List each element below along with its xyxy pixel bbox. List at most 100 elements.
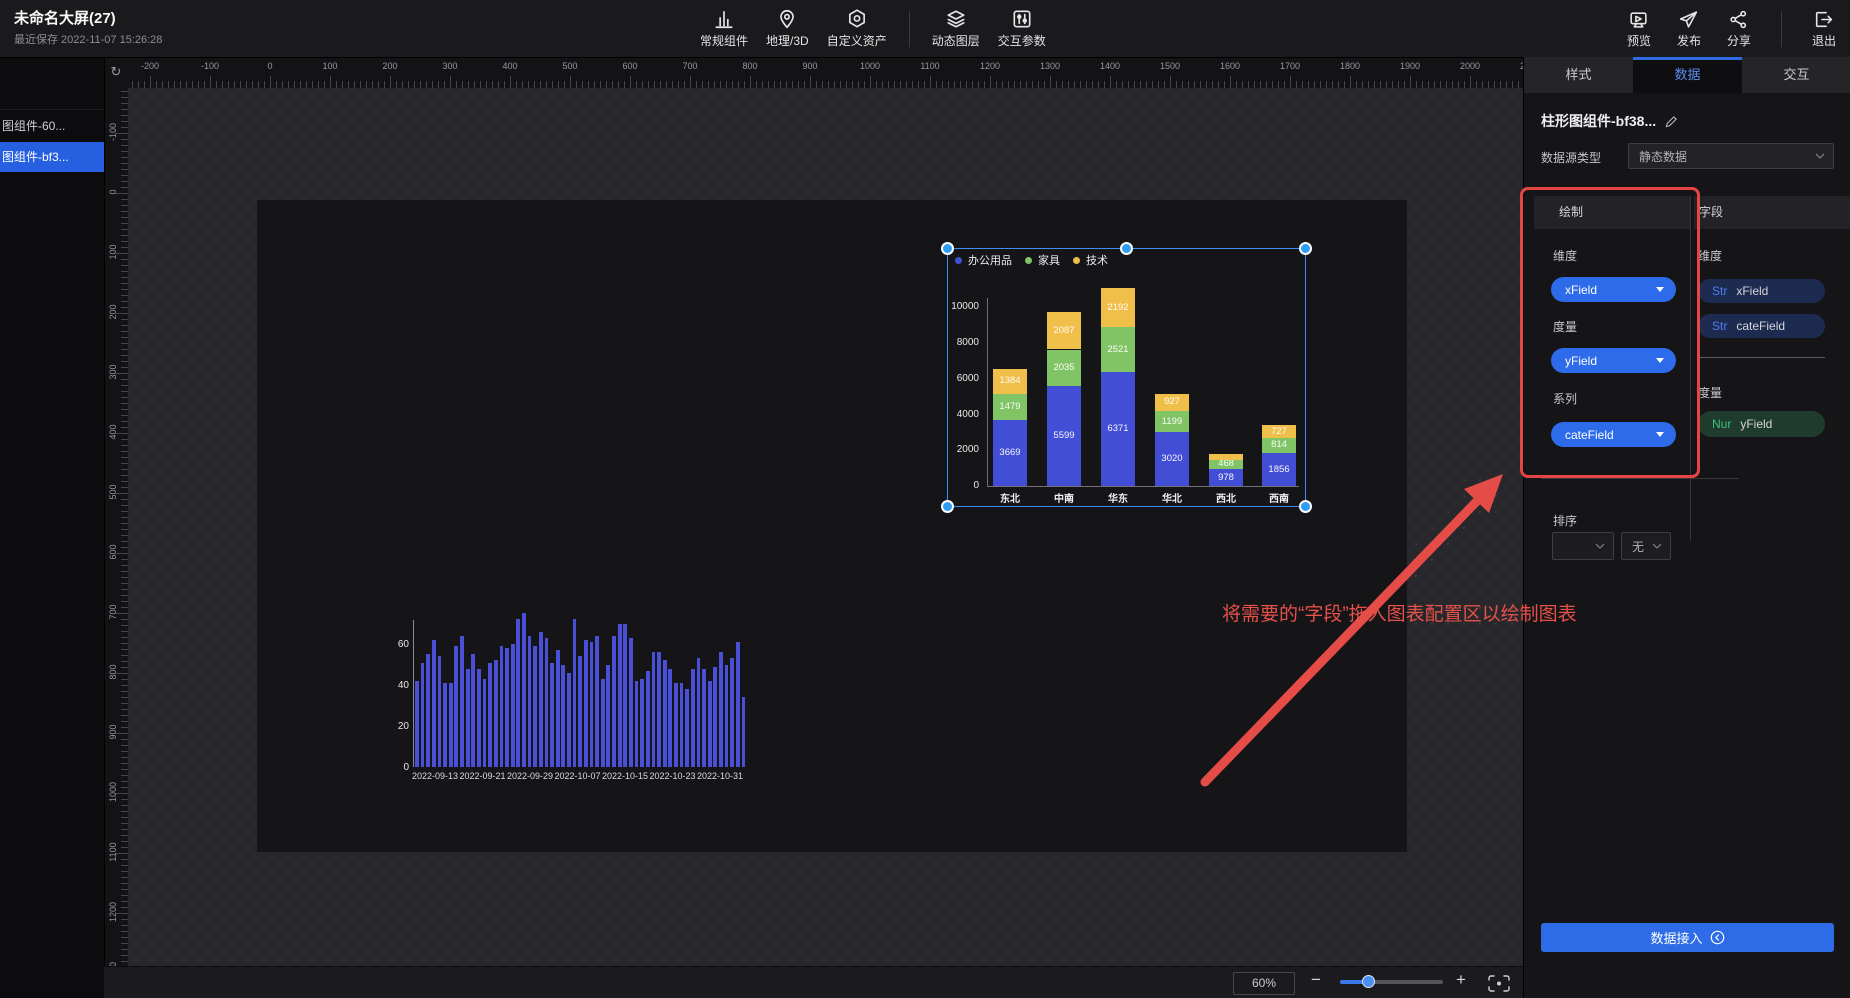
zoom-slider[interactable] — [1340, 980, 1443, 984]
y-tick-label: 20 — [395, 721, 409, 732]
legend-item: 技术 — [1073, 252, 1108, 268]
histogram-bar — [421, 663, 425, 768]
toolbar-item-5[interactable]: 交互参数 — [998, 8, 1046, 49]
sort-field-select[interactable] — [1552, 532, 1614, 560]
field-pill-yField[interactable]: NuryField — [1698, 411, 1825, 437]
histogram-bar — [668, 669, 672, 767]
draw-section-header: 绘制 — [1534, 196, 1690, 229]
histogram-chart: 02040602022-09-132022-09-212022-09-29202… — [395, 590, 755, 790]
zoom-out-button[interactable]: − — [1311, 970, 1321, 990]
selection-handle-bottom-right[interactable] — [1299, 500, 1312, 513]
field-pill-cateField[interactable]: StrcateField — [1698, 314, 1825, 338]
data-access-button[interactable]: 数据接入 — [1541, 923, 1834, 952]
legend-item: 办公用品 — [955, 252, 1012, 268]
legend-dot — [1025, 257, 1032, 264]
layer-item-2[interactable]: 图组件-bf3... — [0, 142, 104, 172]
histogram-bar — [488, 663, 492, 768]
bar-value-label: 3020 — [1155, 432, 1189, 486]
bar-value-label: 814 — [1262, 438, 1296, 453]
header-actions: 预览发布分享 退出 — [1627, 0, 1836, 57]
edit-icon[interactable] — [1665, 115, 1678, 128]
draw-field-label-2: 度量 — [1553, 318, 1577, 335]
toolbar-item-1[interactable]: 常规组件 — [700, 8, 748, 49]
toolbar-item-2[interactable]: 地理/3D — [766, 8, 809, 49]
layers-sidebar: 图组件-60...图组件-bf3... — [0, 57, 105, 998]
histogram-bar — [426, 654, 430, 767]
bar-value-label: 5599 — [1047, 386, 1081, 486]
y-tick-label: 10000 — [947, 301, 979, 312]
histogram-bar — [561, 665, 565, 768]
x-category-label: 西南 — [1254, 490, 1304, 505]
bar-chart-icon — [713, 8, 735, 30]
zoom-level[interactable]: 60% — [1233, 972, 1295, 995]
action-2[interactable]: 发布 — [1677, 9, 1701, 49]
histogram-bar — [522, 613, 526, 767]
exit-icon — [1813, 9, 1834, 30]
histogram-bar — [511, 644, 515, 767]
header-toolbar: 常规组件地理/3D 自定义资产 动态图层交互参数 — [700, 0, 1046, 57]
tab-3[interactable]: 交互 — [1742, 57, 1850, 93]
toolbar-item-4[interactable]: 动态图层 — [932, 8, 980, 49]
chevron-down-icon — [1815, 153, 1825, 159]
bar-segment — [1209, 454, 1243, 460]
bar-value-label: 2521 — [1101, 327, 1135, 372]
action-1[interactable]: 预览 — [1627, 9, 1651, 49]
canvas[interactable]: 办公用品家具技术02000400060008000100003669147913… — [128, 88, 1523, 966]
sort-order-select[interactable]: 无 — [1621, 532, 1671, 560]
zoom-in-button[interactable]: + — [1456, 970, 1466, 990]
zoom-slider-thumb[interactable] — [1362, 975, 1375, 988]
legend-item: 家具 — [1025, 252, 1060, 268]
sliders-icon — [1011, 8, 1033, 30]
chevron-down-icon — [1595, 543, 1605, 549]
widget-stacked-bar-chart[interactable]: 办公用品家具技术02000400060008000100003669147913… — [947, 248, 1306, 507]
action-4[interactable]: 退出 — [1812, 9, 1836, 49]
bar-value-label: 1479 — [993, 394, 1027, 420]
histogram-bar — [483, 679, 487, 767]
ruler-horizontal: -200-10001002003004005006007008009001000… — [128, 57, 1523, 88]
bar-segment: 1199 — [1155, 411, 1189, 432]
bar-value-label: 927 — [1155, 394, 1189, 411]
x-category-label: 华北 — [1147, 490, 1197, 505]
y-tick-label: 4000 — [947, 409, 979, 420]
draw-field-select-cateField[interactable]: cateField — [1551, 422, 1676, 447]
histogram-bar — [539, 632, 543, 767]
selection-handle-top-right[interactable] — [1299, 242, 1312, 255]
histogram-bar — [623, 624, 627, 768]
action-3[interactable]: 分享 — [1727, 9, 1751, 49]
bar-segment: 978 — [1209, 469, 1243, 487]
draw-field-select-yField[interactable]: yField — [1551, 348, 1676, 373]
widget-histogram-chart[interactable]: 02040602022-09-132022-09-212022-09-29202… — [395, 590, 755, 790]
histogram-bar — [590, 642, 594, 767]
toolbar-item-3[interactable]: 自定义资产 — [827, 8, 887, 49]
draw-field-select-xField[interactable]: xField — [1551, 277, 1676, 302]
layer-item-1[interactable]: 图组件-60... — [0, 112, 104, 140]
histogram-bar — [685, 689, 689, 767]
selection-handle-bottom-left[interactable] — [941, 500, 954, 513]
histogram-bar — [494, 660, 498, 767]
histogram-bar — [640, 679, 644, 767]
x-category-label: 华东 — [1093, 490, 1143, 505]
section-divider — [1541, 478, 1739, 479]
layers-list: 图组件-60...图组件-bf3... — [0, 112, 104, 172]
bar-value-label: 2035 — [1047, 350, 1081, 386]
draw-field-label-1: 维度 — [1553, 247, 1577, 264]
last-saved-text: 最近保存 2022-11-07 15:26:28 — [14, 31, 162, 47]
fit-screen-button[interactable] — [1488, 975, 1510, 992]
layers-icon — [945, 8, 967, 30]
column-divider — [1690, 196, 1691, 541]
bar-segment: 1384 — [993, 369, 1027, 394]
preview-icon — [1628, 9, 1649, 30]
selection-handle-top-left[interactable] — [941, 242, 954, 255]
histogram-bar — [584, 640, 588, 767]
bar-segment: 1479 — [993, 394, 1027, 420]
selection-handle-top-mid[interactable] — [1120, 242, 1133, 255]
histogram-bar — [652, 652, 656, 767]
ruler-corner[interactable]: ↻ — [104, 57, 129, 89]
bar-value-label: 6371 — [1101, 372, 1135, 486]
component-name: 柱形图组件-bf38... — [1541, 111, 1678, 131]
datasource-select[interactable]: 静态数据 — [1628, 143, 1834, 169]
tab-1[interactable]: 样式 — [1524, 57, 1633, 93]
histogram-bar — [742, 697, 746, 767]
field-pill-xField[interactable]: StrxField — [1698, 279, 1825, 303]
tab-2[interactable]: 数据 — [1633, 57, 1742, 93]
